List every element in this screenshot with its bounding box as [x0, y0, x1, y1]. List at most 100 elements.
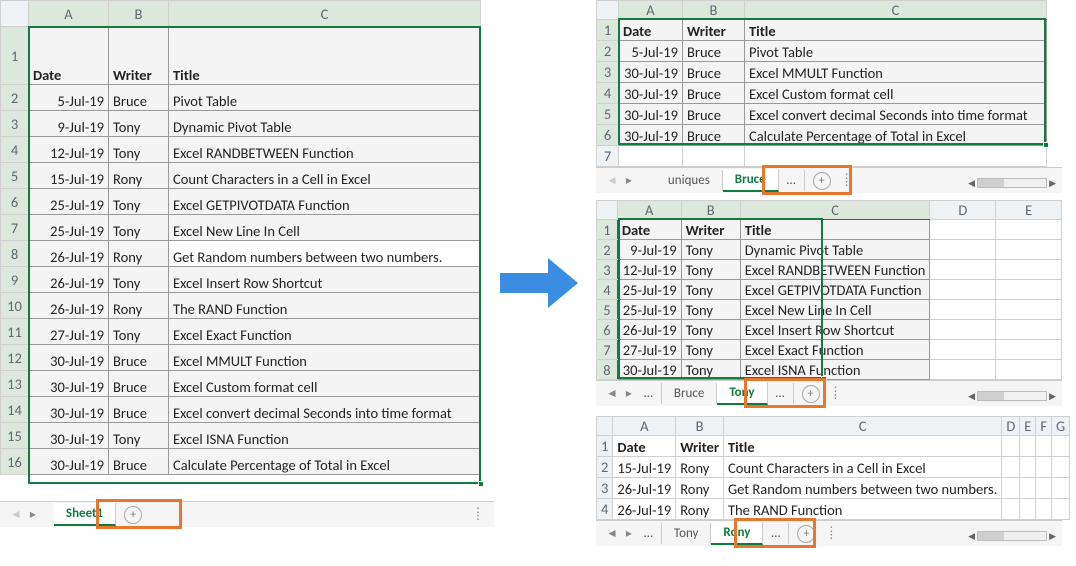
cell-date[interactable]: 26-Jul-19: [617, 320, 681, 340]
cell-title[interactable]: The RAND Function: [723, 499, 1001, 520]
col-header-A[interactable]: A: [619, 1, 683, 20]
cell-title[interactable]: Dynamic Pivot Table: [740, 240, 930, 260]
cell-date[interactable]: 25-Jul-19: [29, 215, 109, 241]
cell[interactable]: [1002, 436, 1020, 457]
row-header[interactable]: 7: [1, 215, 29, 241]
sheet-tab-bruce[interactable]: Bruce: [723, 169, 779, 192]
cell-writer[interactable]: Bruce: [683, 62, 745, 83]
col-header-B[interactable]: B: [109, 1, 169, 27]
cell-date[interactable]: 26-Jul-19: [29, 293, 109, 319]
tab-nav-first[interactable]: ◄: [602, 386, 622, 401]
cell-title[interactable]: Excel MMULT Function: [745, 62, 1047, 83]
sheet-tab-ellipsis[interactable]: …: [779, 170, 805, 191]
col-header-C[interactable]: C: [745, 1, 1047, 20]
cell-date[interactable]: 5-Jul-19: [619, 41, 683, 62]
cell[interactable]: [930, 240, 996, 260]
cell-title[interactable]: Excel MMULT Function: [169, 345, 481, 371]
cell-date[interactable]: 30-Jul-19: [29, 371, 109, 397]
select-all-btn[interactable]: [597, 1, 619, 20]
tab-nav-prev[interactable]: ▸: [622, 173, 636, 188]
cell-date[interactable]: 27-Jul-19: [29, 319, 109, 345]
cell-writer[interactable]: Tony: [109, 111, 169, 137]
new-sheet-btn[interactable]: +: [813, 172, 831, 190]
cell-title[interactable]: Excel RANDBETWEEN Function: [740, 260, 930, 280]
cell[interactable]: [930, 360, 996, 380]
cell[interactable]: [1052, 457, 1070, 478]
tab-options-icon[interactable]: ⁞: [839, 173, 855, 188]
col-header-C[interactable]: C: [723, 417, 1001, 436]
sheet-tab-tony[interactable]: Tony: [662, 523, 712, 544]
h-scrollbar[interactable]: ◀ ▶: [968, 389, 1056, 403]
cell-writer[interactable]: Tony: [681, 320, 740, 340]
new-sheet-btn[interactable]: +: [124, 506, 142, 524]
row-header[interactable]: 1: [597, 436, 613, 457]
sheet-tab-rony[interactable]: Rony: [711, 522, 763, 545]
cell-title[interactable]: Count Characters in a Cell in Excel: [723, 457, 1001, 478]
sheet-tab-bruce[interactable]: Bruce: [662, 383, 717, 404]
cell-date[interactable]: 30-Jul-19: [619, 104, 683, 125]
row-header[interactable]: 1: [597, 220, 618, 240]
row-header[interactable]: 2: [597, 41, 619, 62]
cell-writer[interactable]: Rony: [109, 241, 169, 267]
cell[interactable]: [996, 280, 1062, 300]
cell-writer[interactable]: Bruce: [683, 104, 745, 125]
cell-title[interactable]: Excel GETPIVOTDATA Function: [740, 280, 930, 300]
col-header-C[interactable]: C: [169, 1, 481, 27]
scroll-left-icon[interactable]: ◀: [968, 391, 975, 402]
cell[interactable]: [996, 300, 1062, 320]
cell[interactable]: Title: [740, 220, 930, 240]
cell-writer[interactable]: Rony: [676, 457, 724, 478]
cell[interactable]: Date: [613, 436, 676, 457]
scroll-right-icon[interactable]: ▶: [1049, 391, 1056, 402]
cell[interactable]: [1036, 499, 1052, 520]
select-all-btn[interactable]: [1, 1, 29, 27]
cell[interactable]: [930, 280, 996, 300]
cell-title[interactable]: Get Random numbers between two numbers.: [169, 241, 481, 267]
cell-writer[interactable]: Tony: [681, 340, 740, 360]
cell-date[interactable]: 30-Jul-19: [619, 83, 683, 104]
col-header-A[interactable]: A: [29, 1, 109, 27]
cell[interactable]: [930, 300, 996, 320]
cell-writer[interactable]: Rony: [109, 163, 169, 189]
cell[interactable]: [996, 340, 1062, 360]
row-header[interactable]: 4: [597, 499, 613, 520]
cell-date[interactable]: 30-Jul-19: [617, 360, 681, 380]
cell-title[interactable]: Excel New Line In Cell: [169, 215, 481, 241]
cell-writer[interactable]: Bruce: [683, 41, 745, 62]
cell[interactable]: [1036, 457, 1052, 478]
cell-writer[interactable]: Tony: [109, 189, 169, 215]
row-header[interactable]: 7: [597, 340, 618, 360]
sheet-tab-ellipsis[interactable]: …: [636, 383, 662, 404]
tab-nav-first[interactable]: ◄: [6, 507, 26, 522]
cell-writer[interactable]: Tony: [109, 423, 169, 449]
cell-title[interactable]: Excel ISNA Function: [169, 423, 481, 449]
cell[interactable]: Writer: [683, 20, 745, 41]
cell[interactable]: [930, 220, 996, 240]
cell-date[interactable]: 9-Jul-19: [617, 240, 681, 260]
cell-date[interactable]: 30-Jul-19: [619, 125, 683, 146]
new-sheet-btn[interactable]: +: [797, 525, 815, 543]
row-header[interactable]: 2: [597, 457, 613, 478]
cell-title[interactable]: Calculate Percentage of Total in Excel: [169, 449, 481, 475]
cell-writer[interactable]: Bruce: [109, 371, 169, 397]
row-header[interactable]: 4: [1, 137, 29, 163]
cell[interactable]: [1020, 478, 1036, 499]
cell[interactable]: Date: [619, 20, 683, 41]
cell-writer[interactable]: Rony: [676, 478, 724, 499]
row-header[interactable]: 2: [1, 85, 29, 111]
tab-nav-first[interactable]: ◄: [602, 173, 622, 188]
cell[interactable]: Date: [617, 220, 681, 240]
cell-title[interactable]: Calculate Percentage of Total in Excel: [745, 125, 1047, 146]
cell[interactable]: [683, 146, 745, 167]
cell-writer[interactable]: Bruce: [109, 85, 169, 111]
cell[interactable]: [1020, 457, 1036, 478]
row-header-1[interactable]: 1: [1, 27, 29, 85]
cell-title[interactable]: Excel Custom format cell: [169, 371, 481, 397]
row-header[interactable]: 15: [1, 423, 29, 449]
cell[interactable]: [619, 146, 683, 167]
cell-C1[interactable]: Title: [169, 27, 481, 85]
col-header-D[interactable]: D: [930, 201, 996, 220]
cell-title[interactable]: Excel RANDBETWEEN Function: [169, 137, 481, 163]
cell-writer[interactable]: Tony: [109, 319, 169, 345]
cell-writer[interactable]: Tony: [109, 137, 169, 163]
